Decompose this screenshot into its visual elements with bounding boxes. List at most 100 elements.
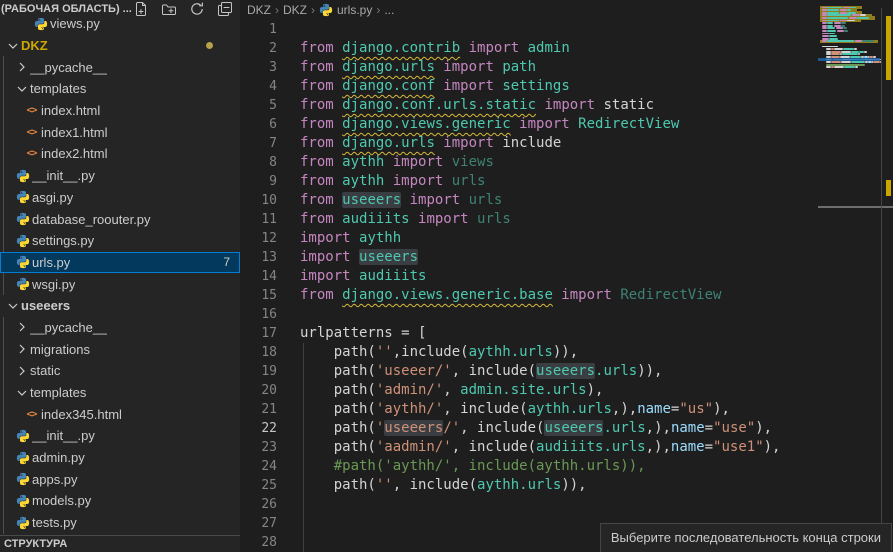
file-item-settings-py[interactable]: settings.py	[0, 230, 240, 252]
code-line[interactable]: 5from django.conf.urls.static import sta…	[240, 96, 818, 115]
line-number[interactable]: 6	[240, 115, 277, 134]
folder-item--pycache-[interactable]: __pycache__	[0, 56, 240, 78]
tree-item-label: __pycache__	[30, 320, 107, 335]
collapse-all-icon[interactable]	[217, 1, 233, 17]
line-number[interactable]: 8	[240, 153, 277, 172]
line-number[interactable]: 21	[240, 400, 277, 419]
code-line[interactable]: 11from audiiits import urls	[240, 210, 818, 229]
breadcrumb-item[interactable]: DKZ	[247, 3, 271, 17]
overview-ruler[interactable]	[882, 0, 893, 552]
line-number[interactable]: 10	[240, 191, 277, 210]
folder-item--pycache-[interactable]: __pycache__	[0, 317, 240, 339]
line-number[interactable]: 23	[240, 438, 277, 457]
line-content: import useeers	[277, 248, 418, 267]
breadcrumb-item[interactable]: urls.py	[319, 3, 372, 17]
breadcrumb-item[interactable]: DKZ	[283, 3, 307, 17]
folder-item-migrations[interactable]: migrations	[0, 338, 240, 360]
code-line[interactable]: 7from django.urls import include	[240, 134, 818, 153]
line-number[interactable]: 5	[240, 96, 277, 115]
code-line[interactable]: 10from useeers import urls	[240, 191, 818, 210]
line-number[interactable]: 3	[240, 58, 277, 77]
line-number[interactable]: 9	[240, 172, 277, 191]
outline-section-header[interactable]: СТРУКТУРА	[0, 535, 240, 552]
code-area[interactable]: 12from django.contrib import admin3from …	[240, 20, 818, 552]
file-item-index1-html[interactable]: <>index1.html	[0, 121, 240, 143]
chevron-right-icon	[14, 59, 30, 75]
folder-item-templates[interactable]: templates	[0, 382, 240, 404]
file-item-urls-py[interactable]: urls.py7	[0, 252, 240, 274]
folder-item-templates[interactable]: templates	[0, 78, 240, 100]
line-number[interactable]: 28	[240, 533, 277, 552]
new-file-icon[interactable]	[133, 1, 149, 17]
line-number[interactable]: 2	[240, 39, 277, 58]
file-item-database-roouter-py[interactable]: database_roouter.py	[0, 208, 240, 230]
line-number[interactable]: 15	[240, 286, 277, 305]
code-line[interactable]: 15from django.views.generic.base import …	[240, 286, 818, 305]
tree-item-label: templates	[30, 81, 86, 96]
line-number[interactable]: 17	[240, 324, 277, 343]
folder-item-useeers[interactable]: useeers	[0, 295, 240, 317]
file-item-wsgi-py[interactable]: wsgi.py	[0, 273, 240, 295]
line-number[interactable]: 18	[240, 343, 277, 362]
new-folder-icon[interactable]	[161, 1, 177, 17]
code-line[interactable]: 1	[240, 20, 818, 39]
file-item-apps-py[interactable]: apps.py	[0, 468, 240, 490]
line-content: #path('aythh/', include(aythh.urls)),	[277, 457, 646, 476]
tree-item-label: models.py	[32, 493, 91, 508]
code-line[interactable]: 21 path('aythh/', include(aythh.urls,),n…	[240, 400, 818, 419]
refresh-icon[interactable]	[189, 1, 205, 17]
code-line[interactable]: 17urlpatterns = [	[240, 324, 818, 343]
file-item-index345-html[interactable]: <>index345.html	[0, 403, 240, 425]
code-line[interactable]: 12import aythh	[240, 229, 818, 248]
file-item-asgi-py[interactable]: asgi.py	[0, 187, 240, 209]
code-line[interactable]: 13import useeers	[240, 248, 818, 267]
line-number[interactable]: 24	[240, 457, 277, 476]
file-item--init-py[interactable]: __init__.py	[0, 425, 240, 447]
line-content	[277, 495, 300, 514]
line-number[interactable]: 26	[240, 495, 277, 514]
python-file-icon	[16, 472, 30, 486]
code-line[interactable]: 22 path('useeers/', include(useeers.urls…	[240, 419, 818, 438]
file-item--init-py[interactable]: __init__.py	[0, 165, 240, 187]
code-line[interactable]: 23 path('aadmin/', include(audiiits.urls…	[240, 438, 818, 457]
file-item-index2-html[interactable]: <>index2.html	[0, 143, 240, 165]
code-line[interactable]: 24 #path('aythh/', include(aythh.urls)),	[240, 457, 818, 476]
code-line[interactable]: 2from django.contrib import admin	[240, 39, 818, 58]
code-line[interactable]: 6from django.views.generic import Redire…	[240, 115, 818, 134]
code-line[interactable]: 3from django.urls import path	[240, 58, 818, 77]
line-number[interactable]: 1	[240, 20, 277, 39]
line-number[interactable]: 16	[240, 305, 277, 324]
line-number[interactable]: 12	[240, 229, 277, 248]
code-line[interactable]: 26	[240, 495, 818, 514]
code-line[interactable]: 14import audiiits	[240, 267, 818, 286]
line-number[interactable]: 20	[240, 381, 277, 400]
file-item-tests-py[interactable]: tests.py	[0, 512, 240, 534]
code-line[interactable]: 20 path('admin/', admin.site.urls),	[240, 381, 818, 400]
line-number[interactable]: 7	[240, 134, 277, 153]
line-number[interactable]: 25	[240, 476, 277, 495]
code-line[interactable]: 9from aythh import urls	[240, 172, 818, 191]
code-line[interactable]: 25 path('', include(aythh.urls)),	[240, 476, 818, 495]
code-line[interactable]: 18 path('',include(aythh.urls)),	[240, 343, 818, 362]
folder-item-static[interactable]: static	[0, 360, 240, 382]
line-number[interactable]: 11	[240, 210, 277, 229]
code-line[interactable]: 4from django.conf import settings	[240, 77, 818, 96]
line-number[interactable]: 19	[240, 362, 277, 381]
line-number[interactable]: 14	[240, 267, 277, 286]
line-number[interactable]: 4	[240, 77, 277, 96]
code-line[interactable]: 8from aythh import views	[240, 153, 818, 172]
file-item-admin-py[interactable]: admin.py	[0, 447, 240, 469]
minimap[interactable]	[818, 0, 880, 552]
code-line[interactable]: 16	[240, 305, 818, 324]
tree-item-label: index1.html	[41, 125, 107, 140]
code-line[interactable]: 19 path('useeer/', include(useeers.urls)…	[240, 362, 818, 381]
line-number[interactable]: 27	[240, 514, 277, 533]
folder-item-dkz[interactable]: DKZ	[0, 35, 240, 57]
line-content: from django.urls import include	[277, 134, 561, 153]
warning-mark	[886, 180, 891, 196]
file-item-models-py[interactable]: models.py	[0, 490, 240, 512]
line-number[interactable]: 13	[240, 248, 277, 267]
breadcrumb-item[interactable]: ...	[384, 3, 394, 17]
line-number[interactable]: 22	[240, 419, 277, 438]
file-item-index-html[interactable]: <>index.html	[0, 100, 240, 122]
